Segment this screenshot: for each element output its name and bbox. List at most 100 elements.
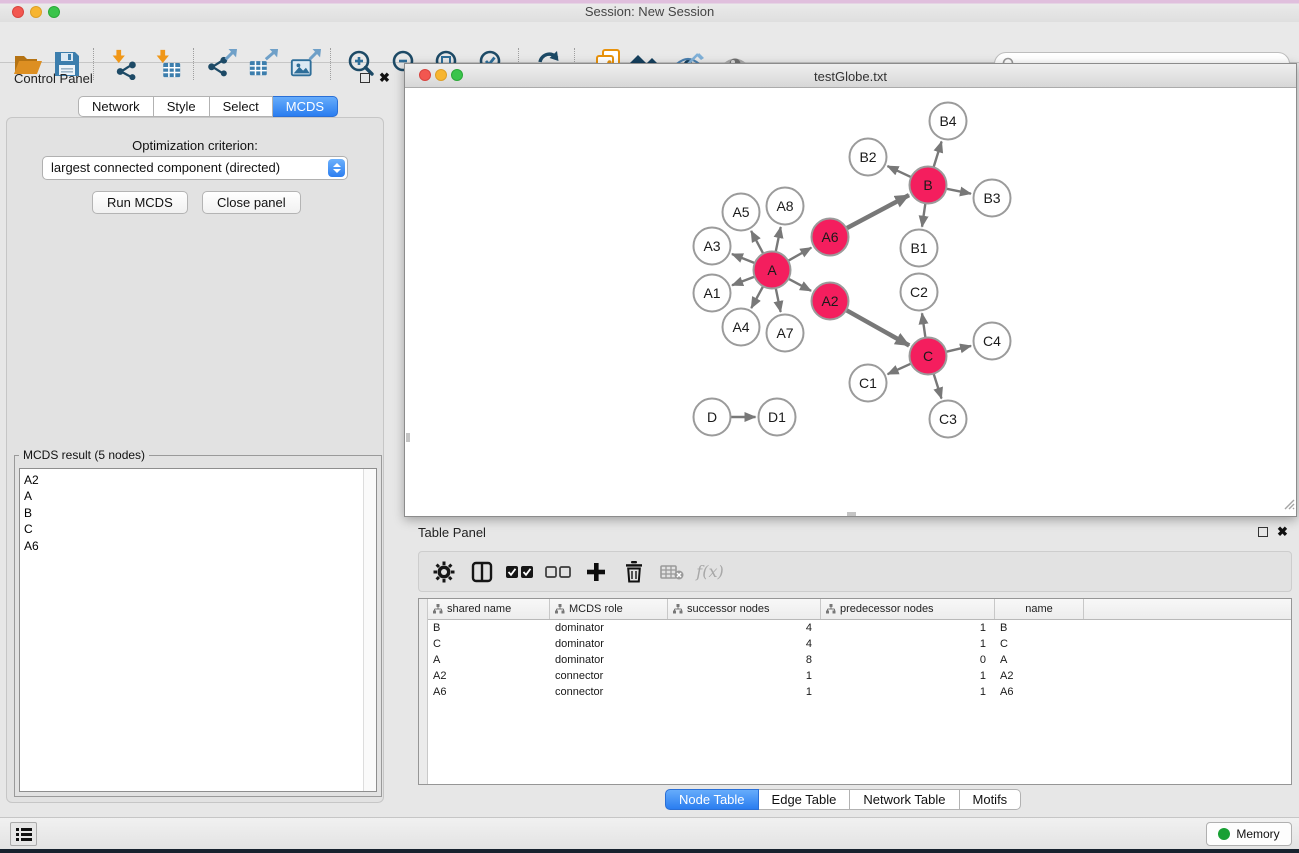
column-header-name[interactable]: name [995, 599, 1084, 619]
graph-node-C[interactable]: C [910, 338, 947, 375]
graph-node-B3[interactable]: B3 [974, 180, 1011, 217]
graph-node-A8[interactable]: A8 [767, 188, 804, 225]
float-panel-icon[interactable] [360, 73, 370, 83]
graph-edge-B-B3[interactable] [946, 189, 971, 194]
table-cell[interactable]: C [428, 638, 550, 650]
float-table-panel-icon[interactable] [1258, 527, 1268, 537]
graph-edge-A6-B[interactable] [846, 195, 909, 228]
task-history-button[interactable] [10, 822, 37, 846]
table-cell[interactable]: A6 [428, 686, 550, 698]
memory-button[interactable]: Memory [1206, 822, 1292, 846]
graph-node-C3[interactable]: C3 [930, 401, 967, 438]
table-cell[interactable]: A2 [995, 670, 1084, 682]
graph-node-B4[interactable]: B4 [930, 103, 967, 140]
settings-gear-icon[interactable] [425, 554, 463, 590]
graph-node-A5[interactable]: A5 [723, 194, 760, 231]
add-column-icon[interactable] [577, 554, 615, 590]
close-panel-icon[interactable]: ✖ [379, 73, 390, 83]
graph-node-A6[interactable]: A6 [812, 219, 849, 256]
graph-node-D1[interactable]: D1 [759, 399, 796, 436]
graph-edge-C-C3[interactable] [934, 374, 942, 399]
graph-edge-B-B1[interactable] [922, 203, 925, 226]
tab-select[interactable]: Select [210, 96, 273, 117]
graph-node-A3[interactable]: A3 [694, 228, 731, 265]
table-cell[interactable]: A2 [428, 670, 550, 682]
mcds-result-item[interactable]: B [24, 505, 39, 521]
import-network-icon[interactable] [105, 46, 141, 82]
table-cell[interactable]: dominator [550, 622, 668, 634]
graph-edge-A2-C[interactable] [846, 310, 909, 345]
run-mcds-button[interactable]: Run MCDS [92, 191, 188, 214]
mcds-result-item[interactable]: A [24, 488, 39, 504]
table-row[interactable]: A2connector11A2 [428, 668, 1291, 684]
graph-edge-A-A2[interactable] [788, 279, 811, 291]
table-cell[interactable]: 1 [668, 670, 821, 682]
graph-edge-C-C1[interactable] [888, 364, 912, 375]
table-cell[interactable]: connector [550, 670, 668, 682]
table-cell[interactable]: A [428, 654, 550, 666]
graph-node-C4[interactable]: C4 [974, 323, 1011, 360]
table-cell[interactable]: A6 [995, 686, 1084, 698]
graph-edge-B-B4[interactable] [934, 142, 942, 168]
graph-node-A4[interactable]: A4 [723, 309, 760, 346]
graph-edge-A-A7[interactable] [776, 288, 781, 312]
graph-node-C2[interactable]: C2 [901, 274, 938, 311]
tab-motifs[interactable]: Motifs [960, 789, 1022, 810]
show-columns-icon[interactable] [463, 554, 501, 590]
select-all-columns-icon[interactable] [501, 554, 539, 590]
tab-edge-table[interactable]: Edge Table [759, 789, 851, 810]
mcds-result-item[interactable]: C [24, 521, 39, 537]
graph-edge-C-C2[interactable] [922, 313, 925, 337]
column-header-shared-name[interactable]: shared name [428, 599, 550, 619]
result-list-scrollbar[interactable] [363, 469, 376, 791]
graph-edge-A-A8[interactable] [776, 227, 781, 252]
resize-grip[interactable] [1281, 496, 1295, 515]
delete-columns-icon[interactable] [615, 554, 653, 590]
network-canvas[interactable]: B4B2BB3A8A5A6B1A3AC2A1A2A4A7C4CC1DD1C3 [406, 88, 1295, 516]
table-cell[interactable]: 4 [668, 638, 821, 650]
close-panel-button[interactable]: Close panel [202, 191, 301, 214]
export-network-icon[interactable] [203, 46, 239, 82]
graph-node-B[interactable]: B [910, 167, 947, 204]
graph-edge-B-B2[interactable] [887, 166, 911, 177]
table-cell[interactable]: 0 [821, 654, 995, 666]
tab-style[interactable]: Style [154, 96, 210, 117]
table-cell[interactable]: 4 [668, 622, 821, 634]
table-cell[interactable]: dominator [550, 654, 668, 666]
table-row[interactable]: Cdominator41C [428, 636, 1291, 652]
tab-network-table[interactable]: Network Table [850, 789, 959, 810]
graph-edge-A-A1[interactable] [732, 277, 755, 286]
graph-node-D[interactable]: D [694, 399, 731, 436]
graph-node-A[interactable]: A [754, 252, 791, 289]
export-image-icon[interactable] [287, 46, 323, 82]
table-cell[interactable]: connector [550, 686, 668, 698]
graph-node-B2[interactable]: B2 [850, 139, 887, 176]
column-header-mcds-role[interactable]: MCDS role [550, 599, 668, 619]
export-table-icon[interactable] [245, 46, 281, 82]
table-cell[interactable]: 1 [821, 638, 995, 650]
graph-edge-A-A3[interactable] [732, 254, 755, 263]
tab-mcds[interactable]: MCDS [273, 96, 338, 117]
table-row[interactable]: Bdominator41B [428, 620, 1291, 636]
graph-edge-A-A6[interactable] [788, 248, 811, 261]
graph-node-A7[interactable]: A7 [767, 315, 804, 352]
column-header-successor-nodes[interactable]: successor nodes [668, 599, 821, 619]
table-cell[interactable]: 1 [821, 686, 995, 698]
table-cell[interactable]: C [995, 638, 1084, 650]
table-row[interactable]: Adominator80A [428, 652, 1291, 668]
mcds-result-item[interactable]: A6 [24, 538, 39, 554]
table-cell[interactable]: B [995, 622, 1084, 634]
table-cell[interactable]: 8 [668, 654, 821, 666]
graph-node-B1[interactable]: B1 [901, 230, 938, 267]
import-table-icon[interactable] [149, 46, 185, 82]
graph-edge-A-A5[interactable] [751, 231, 763, 254]
graph-node-A2[interactable]: A2 [812, 283, 849, 320]
graph-edge-A-A4[interactable] [751, 286, 763, 308]
graph-node-A1[interactable]: A1 [694, 275, 731, 312]
table-cell[interactable]: A [995, 654, 1084, 666]
criterion-select[interactable]: largest connected component (directed) [42, 156, 348, 180]
table-cell[interactable]: B [428, 622, 550, 634]
tab-node-table[interactable]: Node Table [665, 789, 759, 810]
mcds-result-item[interactable]: A2 [24, 472, 39, 488]
table-cell[interactable]: 1 [668, 686, 821, 698]
